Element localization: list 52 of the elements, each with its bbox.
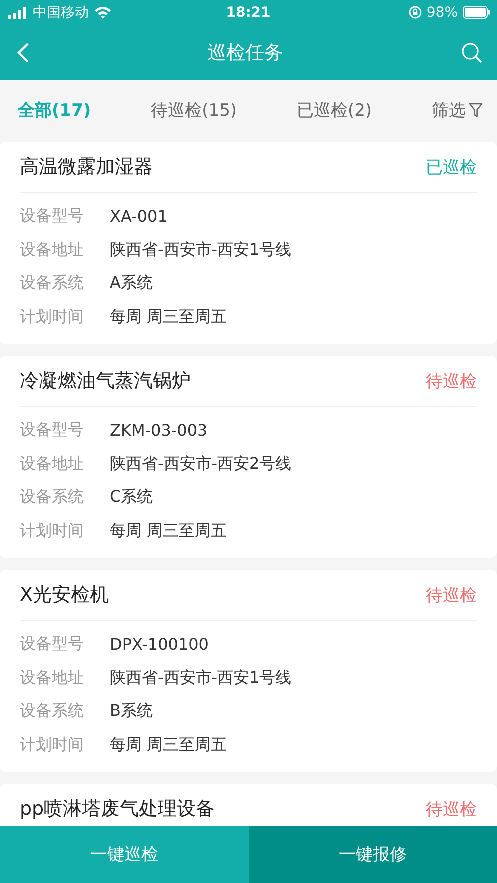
task-card[interactable]: X光安检机 待巡检 设备型号 DPX-100100 设备地址 陕西省-西安市-西安1号线 设备系统 B系统 计划时间 每周 周三至周五 — [0, 570, 497, 772]
field-value: A系统 — [110, 273, 153, 294]
field-label: 设备系统 — [20, 487, 85, 508]
field-label: 设备地址 — [20, 668, 85, 689]
device-name: 冷凝燃油气蒸汽锅炉 — [20, 369, 191, 394]
carrier-name: 中国移动 — [33, 4, 89, 22]
device-name: pp喷淋塔废气处理设备 — [20, 797, 216, 822]
field-value: 陕西省-西安市-西安1号线 — [110, 240, 292, 261]
search-icon[interactable] — [461, 42, 483, 64]
field-label: 设备地址 — [20, 240, 85, 261]
task-card[interactable]: 高温微露加湿器 已巡检 设备型号 XA-001 设备地址 陕西省-西安市-西安1号线 设备系统 A系统 计划时间 每周 周三至周五 — [0, 142, 497, 344]
field-label: 设备地址 — [20, 454, 85, 475]
action-button[interactable]: 一键巡检 — [0, 826, 248, 883]
battery-percent: 98% — [426, 4, 458, 20]
field-label: 设备型号 — [20, 634, 85, 656]
field-value: 陕西省-西安市-西安1号线 — [110, 668, 292, 689]
inspection-status: 待巡检 — [426, 584, 477, 606]
field-value: 每周 周三至周五 — [110, 734, 228, 756]
clock-time: 18:21 — [226, 4, 271, 20]
field-value: 每周 周三至周五 — [110, 306, 228, 328]
action-button[interactable]: 一键报修 — [248, 826, 497, 883]
field-label: 设备系统 — [20, 701, 85, 722]
field-value: C系统 — [110, 487, 154, 508]
back-icon[interactable] — [16, 42, 30, 64]
filter-tab[interactable]: 已巡检(2) — [296, 94, 372, 126]
field-value: 陕西省-西安市-西安2号线 — [110, 454, 292, 475]
battery-icon — [463, 6, 491, 19]
wifi-icon — [94, 6, 112, 19]
page-title: 巡检任务 — [208, 40, 284, 66]
field-value: ZKM-03-003 — [110, 421, 208, 440]
field-value: B系统 — [110, 701, 153, 722]
task-card[interactable]: 冷凝燃油气蒸汽锅炉 待巡检 设备型号 ZKM-03-003 设备地址 陕西省-西安市-西安2号线 设备系统 C系统 计划时间 每周 周三至周五 — [0, 356, 497, 558]
task-card[interactable]: pp喷淋塔废气处理设备 待巡检 — [0, 784, 497, 826]
filter-button[interactable]: 筛选 — [432, 94, 483, 126]
device-name: 高温微露加湿器 — [20, 155, 153, 180]
signal-icon — [8, 6, 28, 18]
field-label: 设备型号 — [20, 206, 85, 228]
inspection-status: 待巡检 — [426, 798, 477, 820]
inspection-status: 已巡检 — [426, 156, 477, 178]
field-value: DPX-100100 — [110, 635, 209, 654]
rotation-lock-icon — [408, 6, 422, 19]
field-value: 每周 周三至周五 — [110, 520, 228, 542]
filter-tab[interactable]: 待巡检(15) — [151, 94, 238, 126]
inspection-status: 待巡检 — [426, 370, 477, 392]
field-label: 设备型号 — [20, 420, 85, 442]
field-label: 设备系统 — [20, 273, 85, 294]
field-value: XA-001 — [110, 207, 168, 226]
device-name: X光安检机 — [20, 583, 110, 608]
funnel-icon — [468, 102, 483, 118]
field-label: 计划时间 — [20, 306, 85, 328]
field-label: 计划时间 — [20, 520, 85, 542]
field-label: 计划时间 — [20, 734, 85, 756]
